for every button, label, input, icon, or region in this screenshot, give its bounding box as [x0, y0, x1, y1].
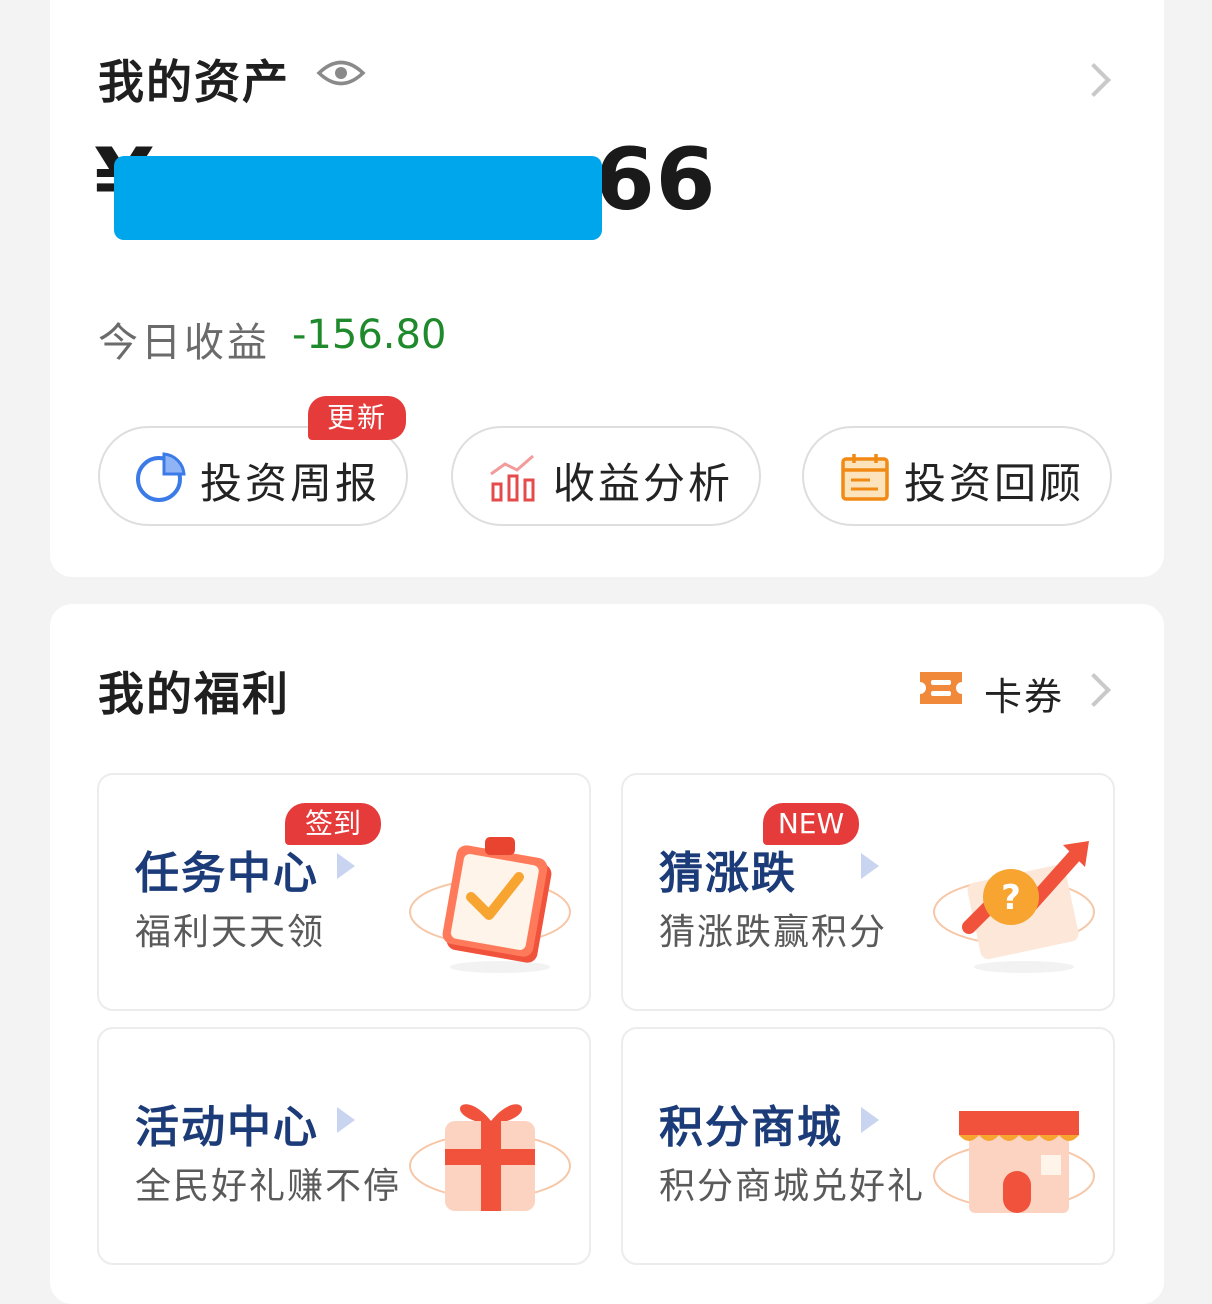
svg-text:?: ? [1001, 878, 1021, 918]
clipboard-check-icon [409, 837, 571, 973]
today-income-value: -156.80 [292, 312, 447, 358]
investment-weekly-label: 投资周报 [200, 459, 381, 508]
bar-trend-icon [490, 454, 535, 502]
gift-box-icon [409, 1104, 571, 1211]
assets-card: 我的资产 ¥66 今日收益 -156.80 投资周报 更新 收益分析 [50, 0, 1164, 577]
task-center-title: 任务中心 [135, 848, 319, 899]
play-arrow-icon [337, 853, 355, 879]
coupon-icon[interactable] [916, 668, 966, 708]
today-income-label: 今日收益 [98, 320, 270, 366]
welfare-title: 我的福利 [98, 667, 290, 721]
investment-review-label: 投资回顾 [904, 459, 1085, 508]
investment-review-button[interactable]: 投资回顾 [802, 426, 1112, 526]
points-mall-tile[interactable]: 积分商城 积分商城兑好礼 [621, 1027, 1115, 1265]
calendar-icon [841, 454, 889, 501]
investment-weekly-button[interactable]: 投资周报 更新 [98, 396, 408, 526]
welfare-chevron-right-icon[interactable] [1077, 673, 1111, 707]
pie-chart-icon [136, 452, 186, 502]
income-analysis-button[interactable]: 收益分析 [451, 426, 761, 526]
assets-title: 我的资产 [98, 55, 290, 109]
task-center-tile[interactable]: 任务中心 签到 福利天天领 [97, 773, 591, 1011]
income-analysis-label: 收益分析 [553, 459, 734, 508]
play-arrow-icon [861, 853, 879, 879]
points-mall-subtitle: 积分商城兑好礼 [659, 1166, 926, 1207]
guess-rise-fall-title: 猜涨跌 [659, 848, 797, 899]
privacy-mask [114, 156, 602, 240]
checkin-badge: 签到 [285, 803, 381, 845]
update-badge: 更新 [308, 396, 406, 440]
activity-center-title: 活动中心 [135, 1102, 319, 1153]
assets-chevron-right-icon[interactable] [1077, 63, 1111, 97]
guess-rise-fall-tile[interactable]: 猜涨跌 NEW 猜涨跌赢积分 ? [621, 773, 1115, 1011]
question-trend-icon: ? [933, 841, 1095, 973]
coupon-label[interactable]: 卡券 [984, 666, 1064, 721]
store-icon [933, 1111, 1095, 1213]
amount-digits: 66 [594, 130, 717, 230]
activity-center-subtitle: 全民好礼赚不停 [135, 1166, 402, 1207]
task-center-subtitle: 福利天天领 [135, 912, 326, 953]
play-arrow-icon [337, 1107, 355, 1133]
guess-rise-fall-subtitle: 猜涨跌赢积分 [659, 912, 888, 953]
new-badge: NEW [763, 803, 859, 845]
play-arrow-icon [861, 1107, 879, 1133]
welfare-card: 我的福利 卡券 任务中心 签到 福利天天领 猜涨跌 NEW 猜涨跌赢积分 ? 活… [50, 604, 1164, 1304]
eye-icon[interactable] [316, 58, 366, 88]
activity-center-tile[interactable]: 活动中心 全民好礼赚不停 [97, 1027, 591, 1265]
points-mall-title: 积分商城 [659, 1102, 843, 1153]
